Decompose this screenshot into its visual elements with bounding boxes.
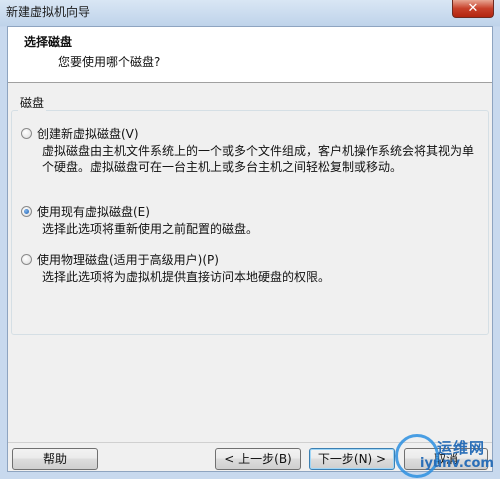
- wizard-header: 选择磁盘 您要使用哪个磁盘?: [8, 27, 492, 83]
- next-button[interactable]: 下一步(N) >: [309, 448, 395, 470]
- cancel-button[interactable]: 取消: [404, 448, 488, 470]
- footer-divider: [8, 442, 492, 443]
- page-title: 选择磁盘: [24, 35, 73, 49]
- option-description: 选择此选项将为虚拟机提供直接访问本地硬盘的权限。: [42, 270, 331, 284]
- disk-group-label: 磁盘: [18, 94, 47, 111]
- option-label: 使用现有虚拟磁盘(E): [37, 204, 150, 219]
- option-use-physical-disk[interactable]: 使用物理磁盘(适用于高级用户)(P): [21, 251, 219, 267]
- option-use-existing-disk[interactable]: 使用现有虚拟磁盘(E): [21, 203, 150, 219]
- radio-use-existing-disk[interactable]: [21, 205, 32, 217]
- radio-use-physical-disk[interactable]: [21, 253, 32, 265]
- page-subtitle: 您要使用哪个磁盘?: [58, 55, 161, 69]
- radio-create-new-disk[interactable]: [21, 127, 32, 139]
- option-description: 虚拟磁盘由主机文件系统上的一个或多个文件组成，客户机操作系统会将其视为单: [42, 144, 475, 158]
- option-label: 使用物理磁盘(适用于高级用户)(P): [37, 252, 219, 267]
- option-description: 个硬盘。虚拟磁盘可在一台主机上或多台主机之间轻松复制或移动。: [42, 160, 403, 174]
- close-button[interactable]: ✕: [452, 0, 494, 18]
- option-create-new-disk[interactable]: 创建新虚拟磁盘(V): [21, 125, 139, 141]
- window-title: 新建虚拟机向导: [6, 5, 91, 19]
- wizard-client-area: 选择磁盘 您要使用哪个磁盘? 磁盘 创建新虚拟磁盘(V) 虚拟磁盘由主机文件系统…: [7, 26, 493, 472]
- option-description: 选择此选项将重新使用之前配置的磁盘。: [42, 222, 259, 236]
- close-icon: ✕: [467, 1, 479, 16]
- help-button[interactable]: 帮助: [12, 448, 98, 470]
- back-button[interactable]: < 上一步(B): [215, 448, 301, 470]
- option-label: 创建新虚拟磁盘(V): [37, 126, 139, 141]
- wizard-window: 新建虚拟机向导 ✕ 选择磁盘 您要使用哪个磁盘? 磁盘 创建新虚拟磁盘(V) 虚…: [0, 0, 500, 479]
- title-bar: 新建虚拟机向导 ✕: [0, 0, 500, 22]
